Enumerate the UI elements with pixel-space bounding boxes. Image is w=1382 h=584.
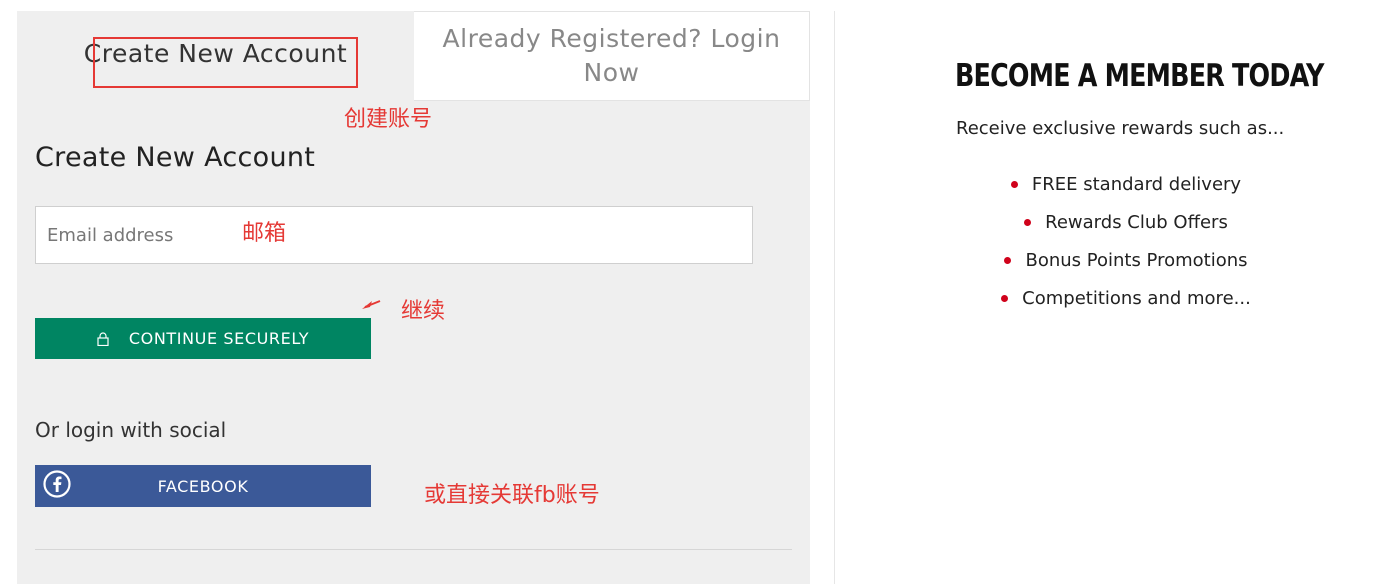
membership-title: BECOME A MEMBER TODAY [955,58,1324,94]
benefit-item: FREE standard delivery [956,165,1296,203]
email-field[interactable] [35,206,753,264]
divider [35,549,792,550]
continue-securely-label: CONTINUE SECURELY [128,329,310,348]
facebook-login-button[interactable]: FACEBOOK [35,465,371,507]
benefit-item: Competitions and more... [956,279,1296,317]
benefit-label: Bonus Points Promotions [1025,249,1248,271]
benefit-label: Rewards Club Offers [1045,211,1228,233]
bullet-icon [1010,180,1018,188]
facebook-icon [43,470,71,498]
bullet-icon [1001,294,1009,302]
benefit-label: FREE standard delivery [1031,173,1242,195]
annotation-email: 邮箱 [242,221,287,246]
social-login-label: Or login with social [35,418,227,442]
tab-login-label: Already Registered? Login Now [442,24,781,87]
account-panel: Create New Account Already Registered? L… [17,11,810,584]
annotation-facebook: 或直接关联fb账号 [424,483,600,508]
bullet-icon [1004,256,1012,264]
membership-subtitle: Receive exclusive rewards such as... [956,118,1285,139]
annotation-continue: 继续 [401,299,446,324]
benefit-item: Bonus Points Promotions [956,241,1296,279]
annotation-create-account: 创建账号 [344,107,433,132]
benefits-list: FREE standard delivery Rewards Club Offe… [956,165,1296,317]
lock-icon [97,331,109,346]
benefit-item: Rewards Club Offers [956,203,1296,241]
column-divider [834,11,835,584]
benefit-label: Competitions and more... [1022,287,1251,309]
form-heading: Create New Account [35,142,316,173]
annotation-arrow-icon [362,300,381,309]
continue-securely-button[interactable]: CONTINUE SECURELY [35,318,371,359]
annotation-highlight-box [93,37,358,88]
facebook-label: FACEBOOK [157,476,249,496]
tab-login[interactable]: Already Registered? Login Now [414,11,810,101]
bullet-icon [1024,218,1032,226]
